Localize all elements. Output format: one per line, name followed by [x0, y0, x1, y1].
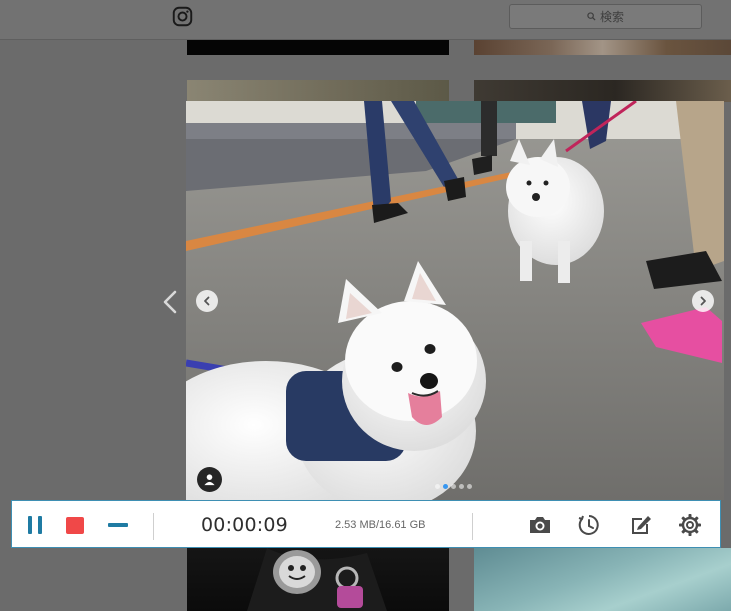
- feed-tile[interactable]: [474, 548, 731, 611]
- instagram-topbar: 検索: [0, 0, 731, 40]
- stop-icon: [66, 516, 84, 534]
- instagram-icon[interactable]: [172, 6, 193, 27]
- pause-icon: [25, 516, 45, 534]
- feed-tile[interactable]: [187, 80, 449, 102]
- carousel-next-button[interactable]: [692, 290, 714, 312]
- feed-tile[interactable]: [474, 80, 731, 102]
- dogs-photo: [186, 101, 724, 500]
- clock-icon: [578, 515, 599, 535]
- minimize-icon: [108, 523, 128, 527]
- carousel-dot: [467, 484, 472, 489]
- carousel-dot: [451, 484, 456, 489]
- annotate-button[interactable]: [628, 512, 654, 538]
- capture-area-photo: [186, 101, 724, 500]
- file-size-readout: 2.53 MB/16.61 GB: [335, 519, 426, 531]
- search-input[interactable]: 検索: [509, 4, 702, 29]
- search-placeholder: 検索: [599, 10, 624, 24]
- user-icon: [204, 474, 215, 486]
- schedule-button[interactable]: [576, 512, 602, 538]
- carousel-dot: [435, 484, 440, 489]
- feed-tile[interactable]: [474, 40, 731, 55]
- carousel-dot: [443, 484, 448, 489]
- chevron-right-icon: [700, 296, 706, 306]
- stop-button[interactable]: [65, 515, 85, 535]
- screenshot-button[interactable]: [527, 512, 553, 538]
- toolbar-divider: [153, 513, 154, 540]
- chevron-left-icon[interactable]: [160, 288, 180, 316]
- search-icon: [587, 12, 596, 21]
- feed-tile[interactable]: [187, 40, 449, 55]
- feed-tile[interactable]: [187, 548, 449, 611]
- recording-timer: 00:00:09: [201, 514, 288, 536]
- carousel-prev-button[interactable]: [196, 290, 218, 312]
- minimize-button[interactable]: [106, 513, 130, 537]
- edit-icon: [632, 516, 651, 534]
- carousel-dot: [459, 484, 464, 489]
- marshmello-keychain-image: [247, 548, 387, 611]
- tagged-user-button[interactable]: [197, 467, 222, 492]
- recorder-toolbar: 00:00:09 2.53 MB/16.61 GB: [11, 500, 721, 548]
- carousel-indicator: [435, 484, 472, 489]
- chevron-left-icon: [204, 296, 210, 306]
- pause-button[interactable]: [22, 513, 48, 537]
- toolbar-divider: [472, 513, 473, 540]
- gear-icon: [679, 514, 701, 536]
- settings-button[interactable]: [677, 512, 703, 538]
- camera-icon: [530, 517, 550, 533]
